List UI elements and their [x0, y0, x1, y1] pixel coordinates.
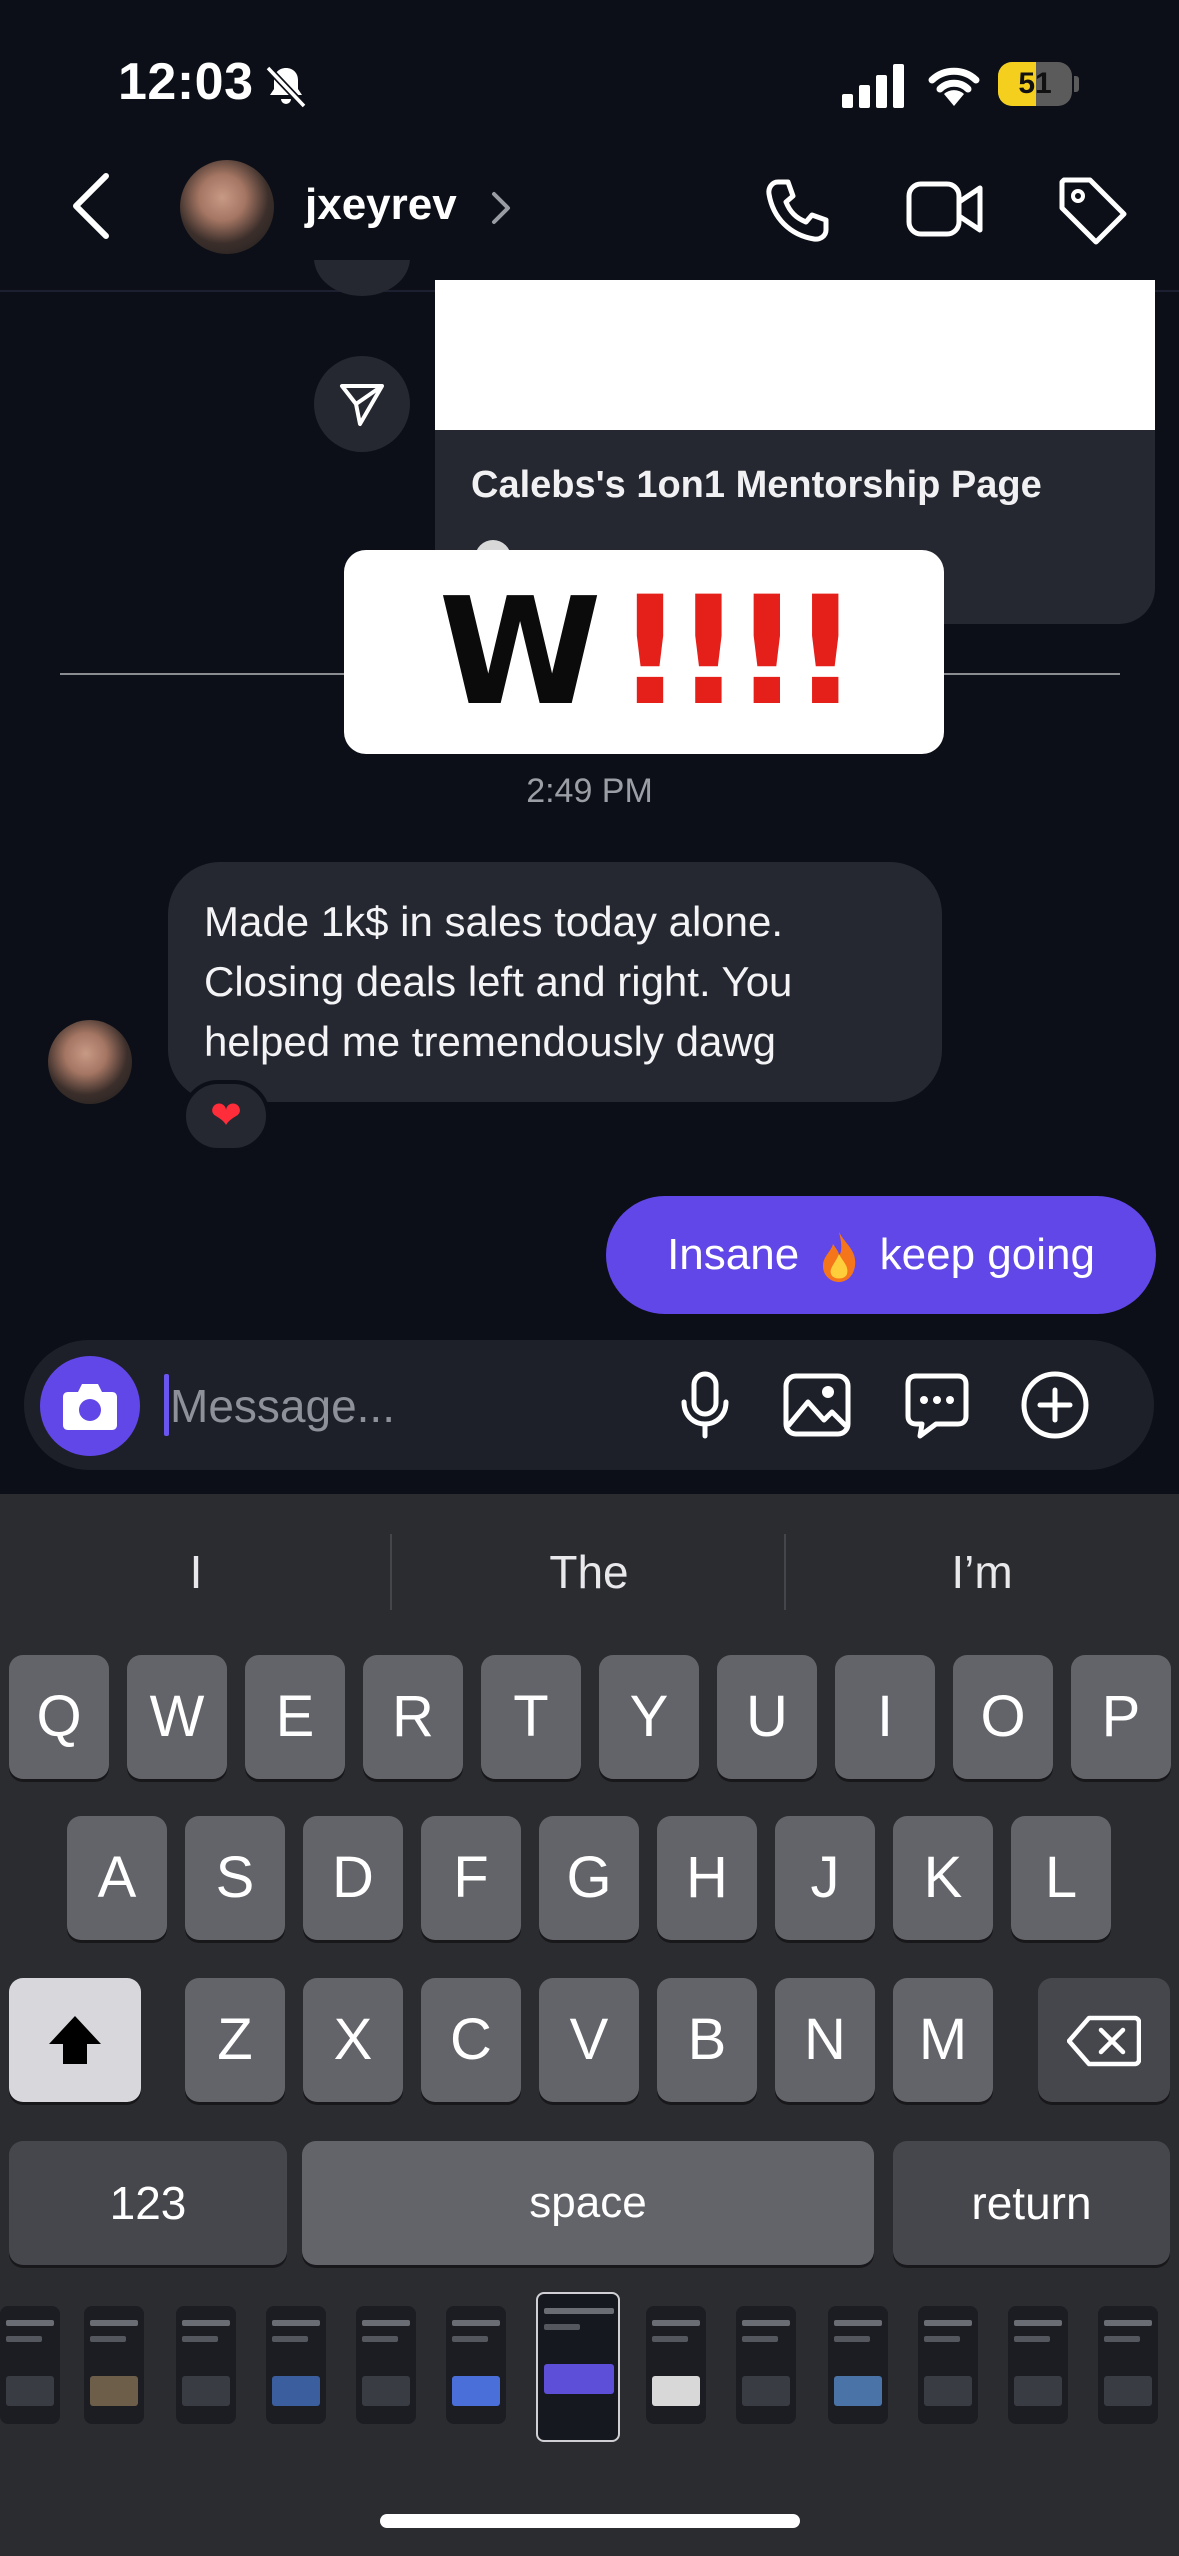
heart-reaction[interactable]: ❤ — [182, 1080, 270, 1152]
key-q[interactable]: Q — [9, 1655, 109, 1779]
back-chevron-icon[interactable] — [66, 170, 116, 242]
key-o[interactable]: O — [953, 1655, 1053, 1779]
fire-emoji-icon — [823, 1232, 856, 1283]
key-z[interactable]: Z — [185, 1978, 285, 2102]
w-sticker[interactable]: W!!!! — [344, 550, 944, 754]
key-p[interactable]: P — [1071, 1655, 1171, 1779]
status-time: 12:03 — [118, 53, 254, 111]
contact-avatar[interactable] — [180, 160, 274, 254]
key-r[interactable]: R — [363, 1655, 463, 1779]
phone-icon[interactable] — [762, 176, 832, 246]
key-j[interactable]: J — [775, 1816, 875, 1940]
key-i[interactable]: I — [835, 1655, 935, 1779]
share-post-button[interactable] — [314, 356, 410, 452]
wifi-icon — [928, 67, 980, 106]
key-v[interactable]: V — [539, 1978, 639, 2102]
return-key[interactable]: return — [893, 2141, 1170, 2265]
key-a[interactable]: A — [67, 1816, 167, 1940]
shared-post-image — [435, 280, 1155, 430]
tag-icon[interactable] — [1056, 174, 1128, 246]
key-x[interactable]: X — [303, 1978, 403, 2102]
battery-percent: 51 — [1018, 67, 1052, 100]
key-f[interactable]: F — [421, 1816, 521, 1940]
app-thumbnail[interactable] — [646, 2306, 706, 2424]
app-thumbnail[interactable] — [446, 2306, 506, 2424]
sticker-letter: W — [438, 566, 602, 738]
outgoing-message-bubble[interactable]: Insane keep going — [606, 1196, 1156, 1314]
key-b[interactable]: B — [657, 1978, 757, 2102]
shift-icon — [49, 2016, 101, 2064]
key-t[interactable]: T — [481, 1655, 581, 1779]
app-thumbnail-current[interactable] — [536, 2292, 620, 2442]
incoming-message-text: Made 1k$ in sales today alone. Closing d… — [204, 898, 793, 1065]
battery-indicator: 51 — [998, 62, 1079, 106]
send-icon — [340, 384, 384, 426]
add-icon[interactable] — [1020, 1370, 1090, 1440]
key-h[interactable]: H — [657, 1816, 757, 1940]
key-y[interactable]: Y — [599, 1655, 699, 1779]
app-thumbnail[interactable] — [1008, 2306, 1068, 2424]
share-button-partial[interactable] — [314, 260, 410, 296]
sender-avatar[interactable] — [48, 1020, 132, 1104]
key-n[interactable]: N — [775, 1978, 875, 2102]
key-s[interactable]: S — [185, 1816, 285, 1940]
app-thumbnail[interactable] — [828, 2306, 888, 2424]
app-thumbnail[interactable] — [918, 2306, 978, 2424]
message-timestamp: 2:49 PM — [526, 772, 653, 810]
gallery-icon[interactable] — [782, 1370, 852, 1440]
suggestion-separator — [390, 1534, 392, 1610]
space-key[interactable]: space — [302, 2141, 874, 2265]
app-thumbnail[interactable] — [84, 2306, 144, 2424]
app-thumbnail[interactable] — [176, 2306, 236, 2424]
cellular-signal-icon — [842, 64, 904, 108]
backspace-icon — [1066, 2015, 1142, 2067]
home-indicator[interactable] — [380, 2514, 800, 2528]
app-thumbnail[interactable] — [736, 2306, 796, 2424]
key-d[interactable]: D — [303, 1816, 403, 1940]
suggestion-3[interactable]: I’m — [786, 1534, 1178, 1610]
app-thumbnail[interactable] — [356, 2306, 416, 2424]
camera-button[interactable] — [40, 1356, 140, 1456]
microphone-icon[interactable] — [670, 1370, 740, 1440]
key-u[interactable]: U — [717, 1655, 817, 1779]
key-w[interactable]: W — [127, 1655, 227, 1779]
app-thumbnail[interactable] — [266, 2306, 326, 2424]
key-e[interactable]: E — [245, 1655, 345, 1779]
message-input[interactable] — [170, 1366, 630, 1446]
key-m[interactable]: M — [893, 1978, 993, 2102]
shift-key[interactable] — [9, 1978, 141, 2102]
suggestion-2[interactable]: The — [393, 1534, 785, 1610]
app-thumbnail[interactable] — [0, 2306, 60, 2424]
outgoing-text-before: Insane — [667, 1230, 800, 1279]
key-g[interactable]: G — [539, 1816, 639, 1940]
key-k[interactable]: K — [893, 1816, 993, 1940]
delete-key[interactable] — [1038, 1978, 1170, 2102]
camera-icon — [63, 1384, 117, 1430]
key-l[interactable]: L — [1011, 1816, 1111, 1940]
suggestion-1[interactable]: I — [0, 1534, 392, 1610]
shared-post-title: Calebs's 1on1 Mentorship Page — [471, 464, 1042, 506]
sticker-exclamations: !!!! — [615, 565, 860, 739]
contact-username[interactable]: jxeyrev — [305, 180, 457, 230]
app-thumbnail[interactable] — [1098, 2306, 1158, 2424]
bell-muted-icon — [265, 65, 307, 109]
video-call-icon[interactable] — [906, 176, 984, 242]
incoming-message-bubble[interactable]: Made 1k$ in sales today alone. Closing d… — [168, 862, 942, 1102]
outgoing-text-after: keep going — [879, 1230, 1095, 1279]
text-cursor — [164, 1374, 169, 1436]
numbers-key[interactable]: 123 — [9, 2141, 287, 2265]
sticker-icon[interactable] — [902, 1370, 972, 1440]
key-c[interactable]: C — [421, 1978, 521, 2102]
chevron-right-icon[interactable] — [488, 190, 512, 226]
